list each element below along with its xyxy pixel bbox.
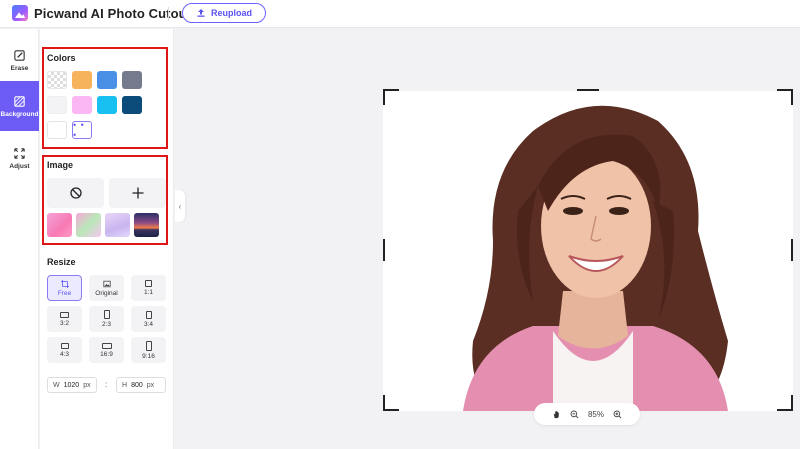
zoom-out-icon[interactable] — [570, 410, 579, 419]
ratio-landscape-icon — [60, 342, 69, 349]
swatch-white[interactable] — [47, 121, 67, 139]
background-thumbnail-sunset[interactable] — [134, 213, 159, 237]
app-logo-icon — [12, 5, 28, 21]
swatch-cyan[interactable] — [97, 96, 117, 114]
resize-option-label: 9:16 — [142, 352, 155, 360]
ratio-portrait-icon — [103, 310, 110, 319]
rail-item-erase[interactable]: Erase — [0, 35, 39, 85]
background-thumbnail-pink[interactable] — [47, 213, 72, 237]
background-icon — [14, 95, 25, 107]
background-thumbnail-lavender[interactable] — [105, 213, 130, 237]
resize-option-3-4[interactable]: 3:4 — [131, 306, 166, 332]
crop-handle-right[interactable] — [791, 239, 793, 261]
swatch-navy[interactable] — [122, 96, 142, 114]
image-stage[interactable] — [383, 91, 793, 411]
resize-option-9-16[interactable]: 9:16 — [131, 337, 166, 363]
background-panel: Colors • • • Image Resize Free Original … — [40, 29, 174, 449]
resize-option-label: Free — [57, 289, 72, 297]
rail-item-adjust[interactable]: Adjust — [0, 133, 39, 183]
swatch-gray[interactable] — [122, 71, 142, 89]
adjust-icon — [14, 147, 25, 159]
crop-icon — [60, 279, 69, 288]
width-label: W — [53, 381, 60, 389]
resize-option-1-1[interactable]: 1:1 — [131, 275, 166, 301]
width-input[interactable]: W 1020 px — [47, 377, 97, 393]
ratio-square-icon — [145, 280, 152, 287]
resize-option-label: 2:3 — [101, 321, 112, 328]
resize-option-label: 3:4 — [143, 320, 154, 328]
swatch-light-gray[interactable] — [47, 96, 67, 114]
resize-option-free[interactable]: Free — [47, 275, 82, 301]
height-input[interactable]: H 800 px — [116, 377, 166, 393]
header-divider — [168, 7, 169, 21]
plus-icon — [132, 187, 143, 199]
crop-corner-top-left[interactable] — [383, 89, 399, 105]
no-image-icon — [69, 187, 82, 199]
background-thumbnail-pastel[interactable] — [76, 213, 101, 237]
resize-option-2-3[interactable]: 2:3 — [89, 306, 124, 332]
swatch-blue[interactable] — [97, 71, 117, 89]
rail-item-label: Background — [0, 110, 39, 118]
rail-item-label: Erase — [10, 64, 29, 72]
image-title: Image — [47, 160, 74, 170]
resize-option-label: 4:3 — [59, 350, 70, 358]
zoom-level: 85% — [587, 409, 604, 419]
portrait-image — [463, 105, 728, 411]
rail-item-background[interactable]: Background — [0, 81, 39, 131]
upload-icon — [197, 9, 205, 17]
swatch-transparent[interactable] — [47, 71, 67, 89]
crop-handle-top[interactable] — [577, 89, 599, 91]
canvas-area — [185, 29, 800, 449]
more-colors-button[interactable]: • • • — [72, 120, 92, 140]
ratio-landscape-icon — [60, 311, 69, 318]
width-value: 1020 — [63, 381, 80, 389]
width-unit: px — [83, 381, 91, 389]
height-value: 800 — [131, 381, 143, 389]
crop-corner-bottom-right[interactable] — [777, 395, 793, 411]
reupload-button[interactable]: Reupload — [182, 3, 266, 23]
colors-title: Colors — [47, 53, 76, 63]
resize-option-original[interactable]: Original — [89, 275, 124, 301]
crop-corner-bottom-left[interactable] — [383, 395, 399, 411]
ratio-wide-icon — [101, 342, 112, 349]
resize-option-label: Original — [95, 289, 118, 297]
erase-icon — [14, 49, 25, 61]
reupload-label: Reupload — [210, 8, 252, 18]
ratio-tall-icon — [145, 340, 152, 351]
ratio-portrait-icon — [145, 310, 152, 319]
add-image-button[interactable] — [109, 178, 166, 208]
crop-handle-left[interactable] — [383, 239, 385, 261]
resize-option-label: 1:1 — [143, 289, 154, 296]
swatch-orange[interactable] — [72, 71, 92, 89]
top-bar: Picwand AI Photo Cutout Reupload — [0, 0, 800, 28]
resize-option-4-3[interactable]: 4:3 — [47, 337, 82, 363]
resize-option-label: 16:9 — [100, 350, 113, 358]
resize-option-3-2[interactable]: 3:2 — [47, 306, 82, 332]
tool-rail: Erase Background Adjust — [0, 29, 39, 449]
resize-title: Resize — [47, 257, 76, 267]
resize-option-16-9[interactable]: 16:9 — [89, 337, 124, 363]
collapse-panel-button[interactable]: ‹ — [175, 190, 185, 222]
hand-icon[interactable] — [552, 410, 561, 419]
swatch-pink[interactable] — [72, 96, 92, 114]
zoom-in-icon[interactable] — [613, 410, 622, 419]
rail-item-label: Adjust — [9, 162, 30, 170]
chevron-left-icon: ‹ — [178, 201, 182, 211]
crop-corner-top-right[interactable] — [777, 89, 793, 105]
dimension-separator: : — [105, 380, 108, 389]
resize-option-label: 3:2 — [59, 319, 70, 327]
image-icon — [102, 280, 111, 287]
no-image-button[interactable] — [47, 178, 104, 208]
height-unit: px — [146, 381, 155, 389]
height-label: H — [122, 381, 128, 389]
zoom-controls: 85% — [534, 403, 640, 425]
